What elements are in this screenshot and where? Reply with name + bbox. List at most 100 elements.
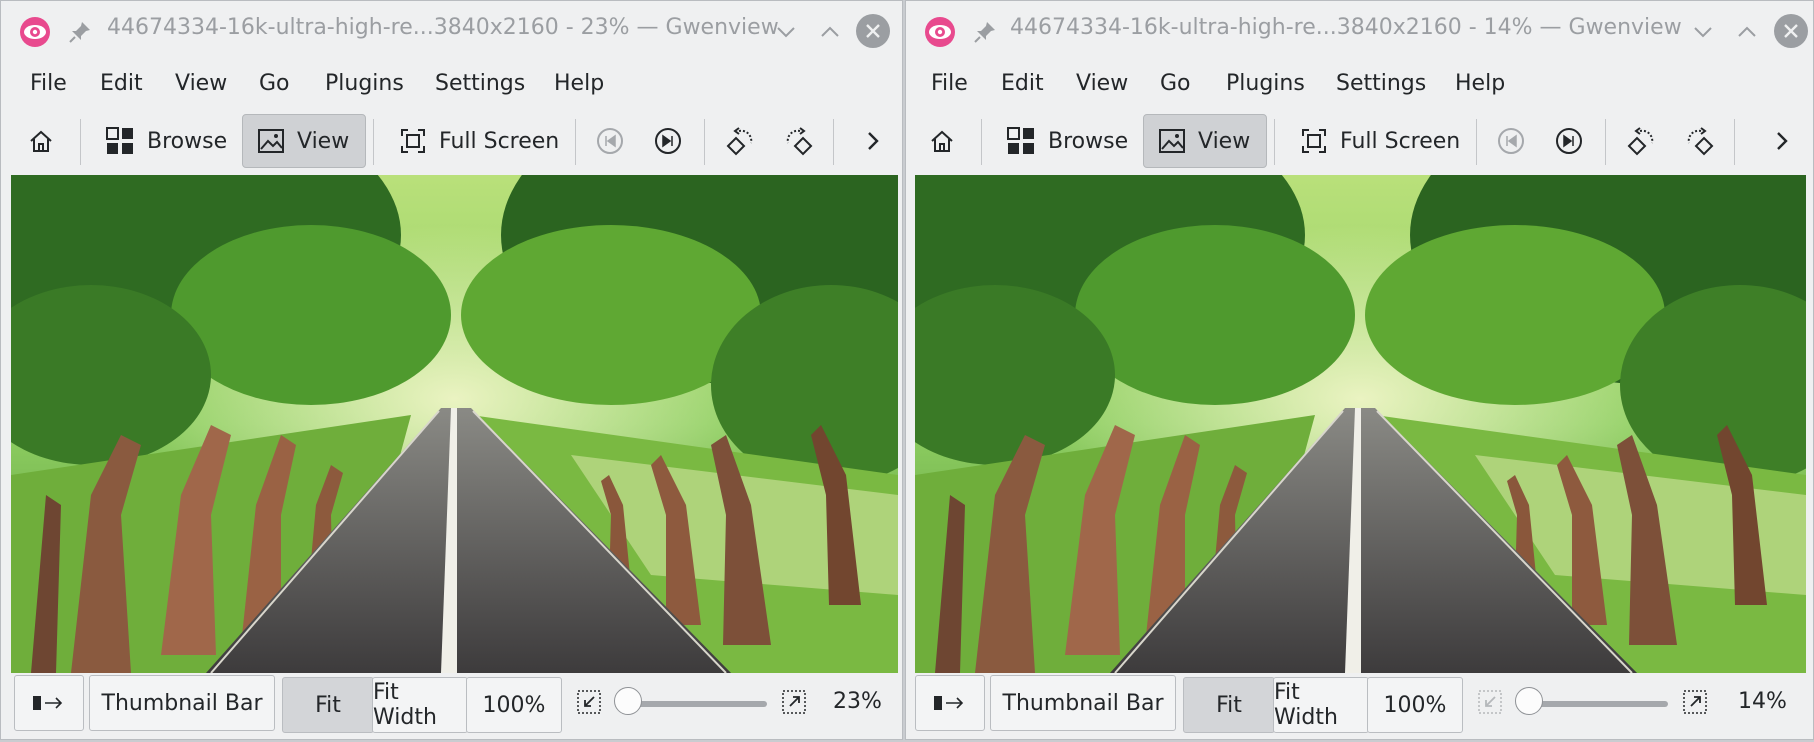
sidebar-toggle-icon (934, 696, 964, 710)
zoom-100-label: 100% (482, 692, 546, 718)
sidebar-toggle-icon (33, 696, 63, 710)
menu-help[interactable]: Help (554, 71, 604, 96)
next-icon (1556, 128, 1582, 154)
zoom-percentage: 14% (1738, 689, 1787, 714)
rotate-left-icon (1627, 127, 1654, 156)
pin-icon[interactable] (972, 19, 998, 45)
toolbar: Browse View Full Screen (1, 111, 902, 173)
rotate-right-button[interactable] (784, 114, 814, 168)
separator (981, 119, 982, 165)
zoom-fit-icon[interactable] (576, 689, 602, 715)
sidebar-toggle-button[interactable] (14, 675, 84, 731)
menu-help[interactable]: Help (1455, 71, 1505, 96)
chevron-down-icon[interactable] (1686, 15, 1720, 49)
menu-file[interactable]: File (30, 71, 67, 96)
titlebar[interactable]: 44674334-16k-ultra-high-re...3840x2160 -… (906, 1, 1813, 61)
close-icon[interactable] (1774, 14, 1808, 48)
menubar: File Edit View Go Plugins Settings Help (1, 61, 902, 111)
photo-tree-lined-road (11, 175, 898, 673)
chevron-down-icon[interactable] (769, 15, 803, 49)
separator (833, 119, 834, 165)
menu-edit[interactable]: Edit (1001, 71, 1044, 96)
fit-button[interactable]: Fit (282, 677, 374, 733)
chevron-up-icon[interactable] (813, 15, 847, 49)
sidebar-toggle-button[interactable] (915, 675, 985, 731)
zoom-in-icon[interactable] (1682, 689, 1708, 715)
previous-button[interactable] (1497, 114, 1527, 168)
previous-icon (597, 128, 623, 154)
thumbnail-bar-button[interactable]: Thumbnail Bar (990, 675, 1176, 731)
next-button[interactable] (654, 114, 684, 168)
home-icon (931, 130, 953, 152)
home-icon (30, 130, 52, 152)
window-title: 44674334-16k-ultra-high-re...3840x2160 -… (107, 15, 779, 40)
photo-tree-lined-road (915, 175, 1806, 673)
image-viewer[interactable] (11, 175, 898, 673)
menu-settings[interactable]: Settings (435, 71, 525, 96)
home-button[interactable] (27, 114, 63, 168)
view-button[interactable]: View (242, 114, 366, 168)
fullscreen-button[interactable]: Full Screen (399, 114, 569, 168)
chevron-up-icon[interactable] (1730, 15, 1764, 49)
chevron-right-icon (868, 132, 879, 150)
statusbar: Thumbnail Bar Fit Fit Width 100% 14% (906, 673, 1813, 739)
menu-edit[interactable]: Edit (100, 71, 143, 96)
fit-width-button[interactable]: Fit Width (1273, 677, 1369, 733)
fit-label: Fit (315, 692, 341, 718)
browse-button[interactable]: Browse (1006, 114, 1130, 168)
browse-label: Browse (1048, 128, 1129, 154)
zoom-100-label: 100% (1383, 692, 1447, 718)
view-label: View (297, 128, 350, 154)
separator (704, 119, 705, 165)
menu-plugins[interactable]: Plugins (325, 71, 404, 96)
browse-button[interactable]: Browse (105, 114, 229, 168)
more-button[interactable] (861, 114, 887, 168)
fullscreen-icon (1302, 129, 1326, 153)
zoom-slider-handle[interactable] (1515, 687, 1543, 715)
previous-button[interactable] (596, 114, 626, 168)
fit-width-label: Fit Width (1274, 680, 1338, 730)
rotate-left-button[interactable] (1626, 114, 1656, 168)
fullscreen-icon (401, 129, 425, 153)
next-icon (655, 128, 681, 154)
grid-icon (106, 127, 133, 154)
browse-label: Browse (147, 128, 228, 154)
separator (1605, 119, 1606, 165)
fit-width-button[interactable]: Fit Width (372, 677, 468, 733)
image-icon (1159, 129, 1185, 153)
separator (1274, 119, 1275, 165)
rotate-right-icon (786, 127, 813, 156)
thumbnail-bar-label: Thumbnail Bar (101, 690, 263, 716)
fullscreen-label: Full Screen (439, 128, 560, 154)
gwenview-window-right: 44674334-16k-ultra-high-re...3840x2160 -… (905, 0, 1814, 740)
zoom-slider-handle[interactable] (614, 687, 642, 715)
pin-icon[interactable] (67, 19, 93, 45)
zoom-fit-icon[interactable] (1477, 689, 1503, 715)
zoom-100-button[interactable]: 100% (466, 677, 562, 733)
separator (373, 119, 374, 165)
separator (575, 119, 576, 165)
image-viewer[interactable] (915, 175, 1806, 673)
menu-file[interactable]: File (931, 71, 968, 96)
rotate-right-button[interactable] (1685, 114, 1715, 168)
rotate-left-button[interactable] (725, 114, 755, 168)
menu-plugins[interactable]: Plugins (1226, 71, 1305, 96)
menu-view[interactable]: View (175, 71, 227, 96)
menu-go[interactable]: Go (259, 71, 290, 96)
menu-settings[interactable]: Settings (1336, 71, 1426, 96)
fullscreen-label: Full Screen (1340, 128, 1461, 154)
home-button[interactable] (928, 114, 964, 168)
thumbnail-bar-button[interactable]: Thumbnail Bar (89, 675, 275, 731)
view-button[interactable]: View (1143, 114, 1267, 168)
next-button[interactable] (1555, 114, 1585, 168)
gwenview-app-icon (20, 17, 50, 47)
zoom-in-icon[interactable] (781, 689, 807, 715)
menu-go[interactable]: Go (1160, 71, 1191, 96)
zoom-100-button[interactable]: 100% (1367, 677, 1463, 733)
menu-view[interactable]: View (1076, 71, 1128, 96)
fullscreen-button[interactable]: Full Screen (1300, 114, 1470, 168)
titlebar[interactable]: 44674334-16k-ultra-high-re...3840x2160 -… (1, 1, 902, 61)
fit-button[interactable]: Fit (1183, 677, 1275, 733)
close-icon[interactable] (856, 14, 890, 48)
more-button[interactable] (1770, 114, 1796, 168)
